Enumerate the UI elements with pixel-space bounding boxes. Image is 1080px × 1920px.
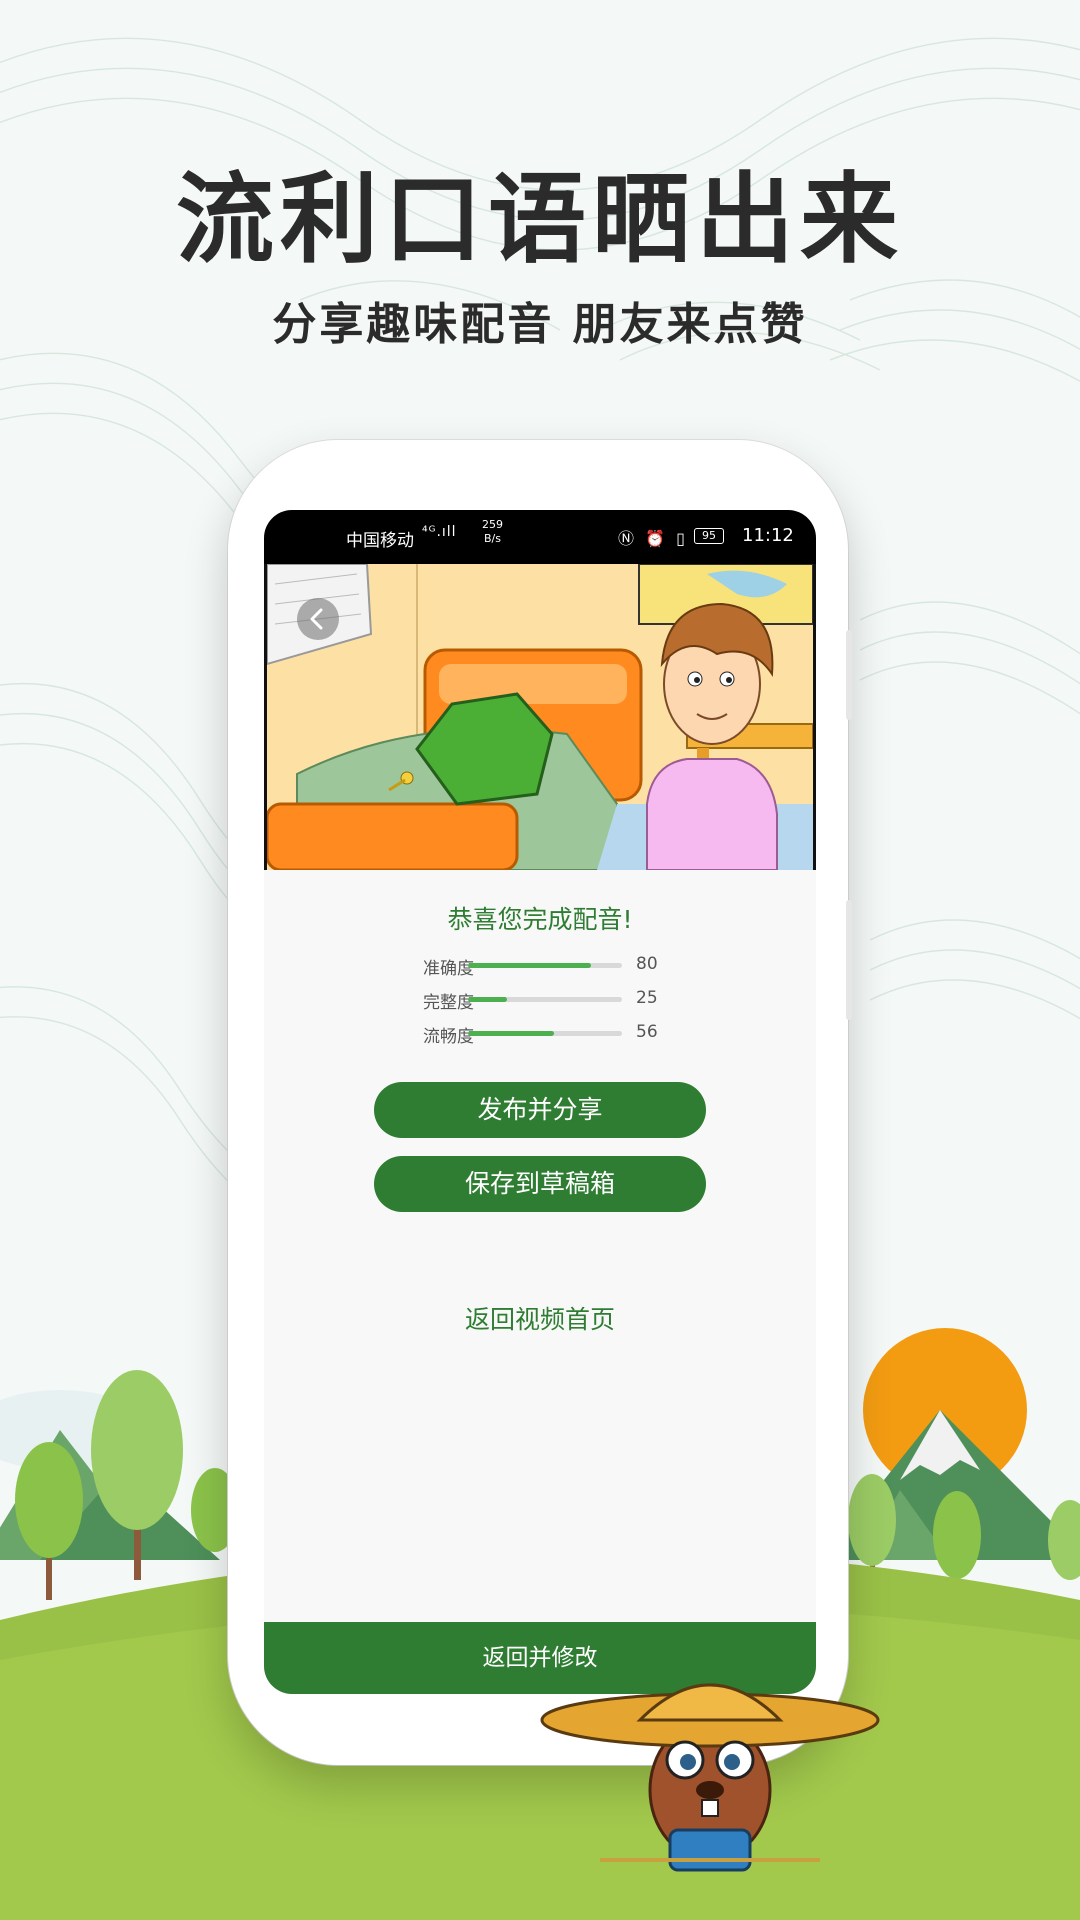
score-progress-bar [468, 997, 622, 1002]
chevron-left-icon [310, 608, 323, 630]
status-bar: 中国移动 ⁴ᴳ.ıll 259 B/s Ⓝ ⏰ ▯ 95 11:12 [264, 510, 816, 564]
publish-share-button[interactable]: 发布并分享 [374, 1082, 706, 1138]
status-time: 11:12 [742, 525, 794, 546]
score-row-completeness: 完整度 25 [264, 986, 816, 1013]
net-speed-unit: B/s [484, 532, 501, 545]
promo-title: 流利口语晒出来 [175, 163, 904, 277]
score-progress-bar [468, 1031, 622, 1036]
score-row-fluency: 流畅度 56 [264, 1020, 816, 1047]
score-row-accuracy: 准确度 80 [264, 952, 816, 979]
score-value: 25 [636, 988, 658, 1008]
score-label: 完整度 [423, 993, 474, 1013]
congrats-message: 恭喜您完成配音! [447, 905, 633, 934]
net-speed-value: 259 [482, 518, 503, 531]
status-icons: Ⓝ ⏰ ▯ [618, 529, 688, 548]
phone-screen: 中国移动 ⁴ᴳ.ıll 259 B/s Ⓝ ⏰ ▯ 95 11:12 恭喜您完成… [264, 510, 816, 1694]
phone-volume-button [846, 630, 852, 720]
back-button[interactable] [297, 598, 339, 640]
phone-power-button [846, 900, 852, 1020]
signal-icon: ⁴ᴳ.ıll [422, 524, 457, 540]
video-preview[interactable] [264, 564, 816, 870]
score-progress-fill [468, 1031, 555, 1036]
save-draft-button[interactable]: 保存到草稿箱 [374, 1156, 706, 1212]
net-speed: 259 B/s [482, 518, 503, 546]
score-progress-bar [468, 963, 622, 968]
cartoon-bedroom-illustration [267, 564, 813, 870]
score-value: 80 [636, 954, 658, 974]
score-label: 流畅度 [423, 1027, 474, 1047]
promo-subtitle: 分享趣味配音 朋友来点赞 [272, 299, 808, 350]
score-progress-fill [468, 997, 507, 1002]
score-label: 准确度 [423, 959, 474, 979]
score-progress-fill [468, 963, 592, 968]
app-store-screenshot: 流利口语晒出来 分享趣味配音 朋友来点赞 中国移动 ⁴ᴳ.ıll 259 B/s… [0, 0, 1080, 1920]
battery-icon: 95 [694, 528, 724, 544]
beaver-mascot-icon [540, 1683, 880, 1872]
score-value: 56 [636, 1022, 658, 1042]
carrier-name: 中国移动 [346, 531, 414, 551]
back-to-video-home-link[interactable]: 返回视频首页 [264, 1300, 816, 1336]
